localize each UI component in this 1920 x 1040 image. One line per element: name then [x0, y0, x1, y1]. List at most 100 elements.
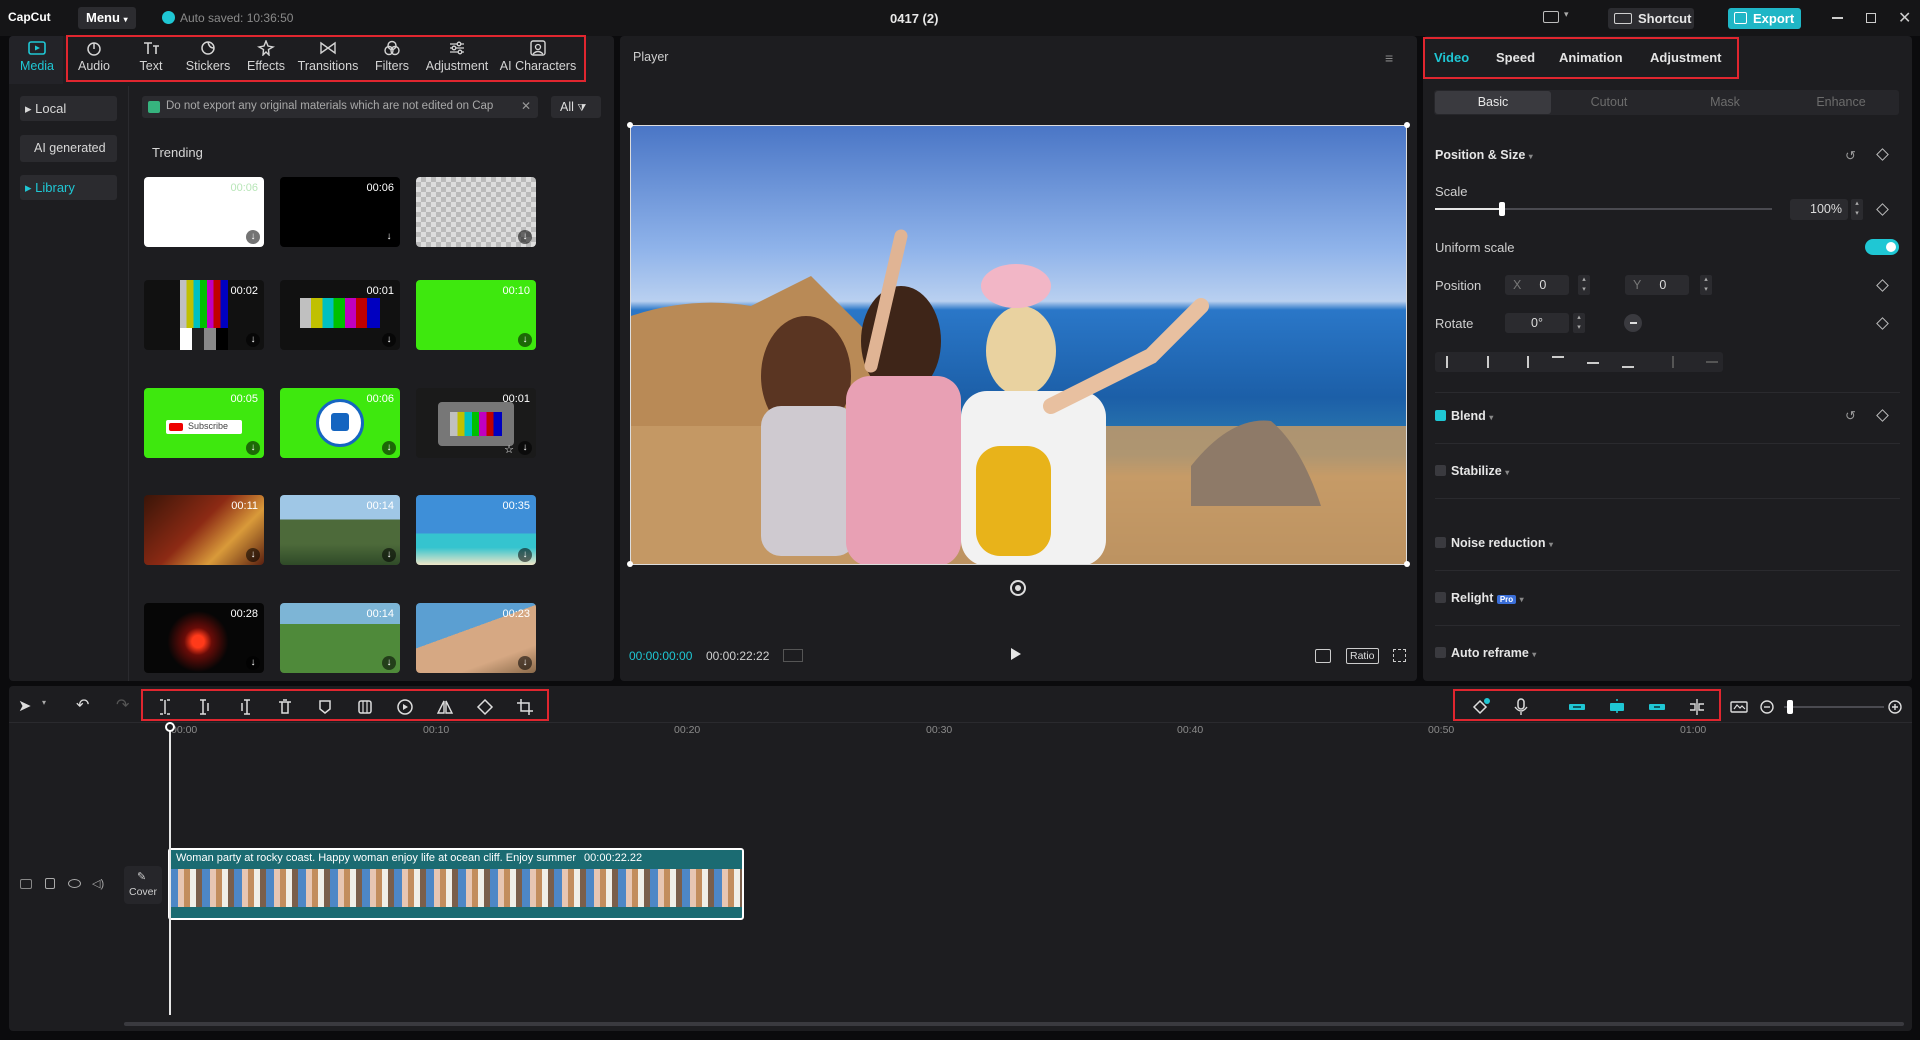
library-item[interactable]: 00:06 ↓ — [280, 388, 400, 458]
noise-reduction-section[interactable]: Noise reduction ▾ — [1435, 536, 1553, 550]
subtab-enhance[interactable]: Enhance — [1783, 95, 1899, 109]
blend-reset-icon[interactable]: ↺ — [1845, 408, 1856, 424]
library-item[interactable]: 00:14 ↓ — [280, 603, 400, 673]
layout-chevron-icon[interactable]: ▾ — [1564, 9, 1569, 20]
library-item[interactable]: 00:35 ↓ — [416, 495, 536, 565]
thumbnail-toggle-icon[interactable] — [1728, 696, 1750, 718]
tab-transitions[interactable]: Transitions — [296, 40, 360, 80]
library-item[interactable]: 00:01 ↓ — [280, 280, 400, 350]
position-size-heading[interactable]: Position & Size ▾ — [1435, 148, 1533, 162]
split-icon[interactable] — [154, 696, 176, 718]
tab-effects[interactable]: Effects — [244, 40, 288, 80]
close-window-icon[interactable]: ✕ — [1898, 8, 1911, 28]
library-item[interactable]: 00:10 ↓ — [416, 280, 536, 350]
star-icon[interactable]: ☆ — [504, 443, 514, 456]
filter-all-button[interactable]: All ⧩ — [551, 96, 601, 118]
delete-icon[interactable] — [274, 696, 296, 718]
distribute-v-icon[interactable] — [1706, 361, 1718, 363]
layout-icon[interactable] — [1543, 11, 1559, 23]
align-left-icon[interactable] — [1446, 356, 1448, 368]
playhead-handle[interactable] — [165, 722, 175, 732]
library-item[interactable]: 00:28 ↓ — [144, 603, 264, 673]
position-y-input[interactable]: Y0 — [1625, 275, 1689, 295]
align-center-h-icon[interactable] — [1487, 356, 1489, 368]
rotate-input[interactable]: 0° — [1505, 313, 1569, 333]
rotate-dial-icon[interactable] — [1624, 314, 1642, 332]
library-item[interactable]: 00:23 ↓ — [416, 603, 536, 673]
library-item[interactable]: 00:01 ↓ ☆ — [416, 388, 536, 458]
player-menu-icon[interactable]: ≡ — [1385, 50, 1393, 66]
zoom-in-icon[interactable] — [1884, 696, 1906, 718]
auto-keyframe-icon[interactable] — [1470, 696, 1492, 718]
rotate-clip-icon[interactable] — [474, 696, 496, 718]
rotate-stepper[interactable]: ▴ ▾ — [1573, 313, 1585, 333]
position-x-stepper[interactable]: ▴ ▾ — [1578, 275, 1590, 295]
preview-axis-icon[interactable] — [1686, 696, 1708, 718]
library-item[interactable]: ↓ — [416, 177, 536, 247]
mirror-icon[interactable] — [434, 696, 456, 718]
sidebar-item-library[interactable]: ▸ Library — [20, 175, 117, 200]
uniform-scale-toggle[interactable] — [1865, 239, 1899, 255]
library-item[interactable]: Subscribe 00:05 ↓ — [144, 388, 264, 458]
auto-reframe-section[interactable]: Auto reframe ▾ — [1435, 646, 1536, 660]
minimize-icon[interactable] — [1832, 17, 1843, 19]
microphone-icon[interactable] — [1510, 696, 1532, 718]
tab-ai-characters[interactable]: AI Characters — [498, 40, 578, 80]
tab-text[interactable]: Text — [129, 40, 173, 80]
tab-adjustment[interactable]: Adjustment — [422, 40, 492, 80]
crop-icon[interactable] — [514, 696, 536, 718]
menu-button[interactable]: Menu ▾ — [78, 7, 136, 29]
align-top-icon[interactable] — [1552, 356, 1564, 358]
track-thumbnail-icon[interactable] — [20, 879, 32, 889]
library-item[interactable]: 00:06 ↓ — [144, 177, 264, 247]
stabilize-section[interactable]: Stabilize ▾ — [1435, 464, 1509, 478]
tab-audio[interactable]: Audio — [70, 40, 118, 80]
eye-icon[interactable] — [68, 879, 81, 888]
freeze-frame-icon[interactable] — [354, 696, 376, 718]
library-item[interactable]: 00:11 ↓ — [144, 495, 264, 565]
subtab-cutout[interactable]: Cutout — [1551, 95, 1667, 109]
redo-icon[interactable]: ↷ — [116, 695, 129, 715]
scale-slider-handle[interactable] — [1499, 202, 1506, 216]
tab-stickers[interactable]: Stickers — [182, 40, 234, 80]
marker-icon[interactable] — [314, 696, 336, 718]
delete-left-icon[interactable] — [194, 696, 216, 718]
delete-right-icon[interactable] — [234, 696, 256, 718]
timeline-grid-icon[interactable] — [783, 649, 803, 662]
cursor-mode-chevron-icon[interactable]: ▾ — [42, 698, 46, 707]
zoom-out-icon[interactable] — [1756, 696, 1778, 718]
scale-value-input[interactable]: 100% — [1790, 199, 1848, 220]
blend-section[interactable]: Blend ▾ — [1435, 409, 1493, 423]
speed-play-icon[interactable] — [394, 696, 416, 718]
playhead[interactable] — [169, 725, 171, 1015]
subtab-basic[interactable]: Basic — [1435, 91, 1551, 114]
tab-media[interactable]: Media — [12, 40, 62, 80]
lock-icon[interactable] — [45, 878, 55, 889]
crop-handle[interactable] — [1404, 561, 1410, 567]
crop-handle[interactable] — [627, 122, 633, 128]
rotate-handle-icon[interactable] — [1010, 580, 1026, 596]
library-item[interactable]: 00:14 ↓ — [280, 495, 400, 565]
close-notice-icon[interactable]: ✕ — [521, 99, 531, 113]
position-x-input[interactable]: X0 — [1505, 275, 1569, 295]
play-icon[interactable] — [1011, 648, 1021, 660]
distribute-h-icon[interactable] — [1672, 356, 1674, 368]
align-right-icon[interactable] — [1527, 356, 1529, 368]
tab-animation[interactable]: Animation — [1559, 50, 1623, 65]
linkage-icon[interactable] — [1646, 696, 1668, 718]
restore-icon[interactable] — [1866, 13, 1876, 23]
zoom-slider-handle[interactable] — [1787, 700, 1793, 714]
library-item[interactable]: 00:02 ↓ — [144, 280, 264, 350]
tab-speed[interactable]: Speed — [1496, 50, 1535, 65]
align-center-v-icon[interactable] — [1587, 362, 1599, 364]
auto-snapping-icon[interactable] — [1606, 696, 1628, 718]
audio-mute-icon[interactable]: ◁) — [92, 877, 104, 890]
crop-handle[interactable] — [1404, 122, 1410, 128]
screenshot-icon[interactable] — [1315, 649, 1331, 663]
sidebar-item-ai-generated[interactable]: AI generated — [20, 135, 117, 162]
relight-section[interactable]: Relight Pro ▾ — [1435, 591, 1524, 605]
scale-stepper[interactable]: ▴ ▾ — [1851, 199, 1863, 220]
sidebar-item-local[interactable]: ▸ Local — [20, 96, 117, 121]
main-track-magnet-icon[interactable] — [1566, 696, 1588, 718]
timeline-scrollbar[interactable] — [124, 1022, 1904, 1026]
